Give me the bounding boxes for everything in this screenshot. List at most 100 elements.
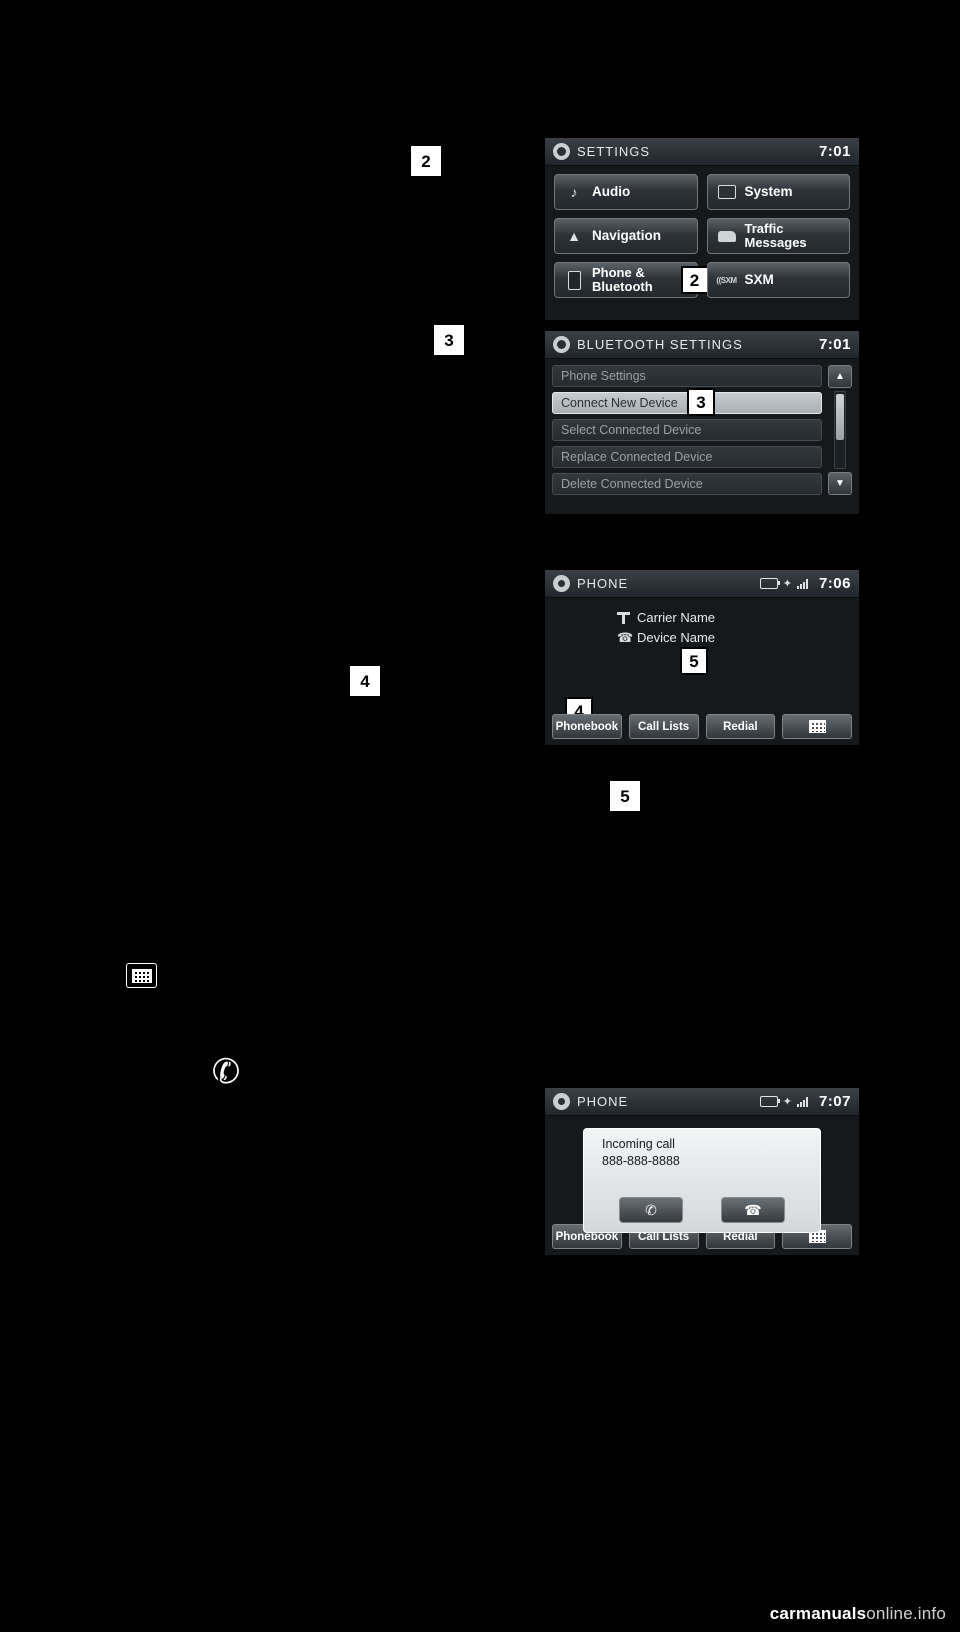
watermark: carmanualsonline.info [770, 1604, 946, 1624]
scrollbar[interactable]: ▲ ▼ [828, 365, 852, 495]
list-item-label: Phone Settings [561, 369, 646, 383]
music-note-icon: ♪ [570, 184, 578, 200]
status-icon-group: ✦ [759, 1095, 809, 1108]
softkey-keypad[interactable] [782, 714, 852, 739]
navigation-arrow-icon: ▲ [567, 228, 581, 244]
list-item-label: Select Connected Device [561, 423, 702, 437]
phone-title: PHONE [577, 576, 629, 591]
softkey-phonebook-label: Phonebook [555, 720, 619, 733]
list-item-replace-connected-device[interactable]: Replace Connected Device [552, 446, 822, 468]
softkey-call-lists-label: Call Lists [638, 720, 690, 733]
incoming-call-body: Phonebook Call Lists Redial Incoming cal… [545, 1116, 859, 1255]
carrier-row: Carrier Name [617, 610, 859, 625]
antenna-icon [617, 611, 630, 624]
list-item-label: Delete Connected Device [561, 477, 703, 491]
settings-titlebar: SETTINGS 7:01 [545, 138, 859, 166]
settings-button-audio-label: Audio [592, 183, 631, 199]
phone-handset-icon [553, 575, 570, 592]
callout-2-left: 2 [410, 145, 442, 177]
phone-softkey-bar: Phonebook Call Lists Redial [545, 714, 859, 739]
carrier-name-label: Carrier Name [637, 610, 716, 625]
battery-icon [759, 578, 780, 589]
settings-button-system[interactable]: System [706, 174, 850, 210]
watermark-suffix: online.info [866, 1604, 946, 1623]
settings-button-traffic-messages[interactable]: Traffic Messages [706, 218, 850, 254]
softkey-redial[interactable]: Redial [705, 714, 776, 739]
answer-call-icon[interactable]: ✆ [619, 1197, 683, 1223]
list-item-connect-new-device[interactable]: Connect New Device 3 [552, 388, 822, 416]
status-icon-group: ✦ [759, 577, 809, 590]
phone-clock: 7:06 [818, 575, 851, 592]
settings-button-sxm[interactable]: ((SXM SXM [706, 262, 850, 298]
callout-2-on-phone-bluetooth: 2 [680, 266, 709, 294]
settings-button-sxm-label: SXM [744, 271, 774, 287]
callout-3-left: 3 [433, 324, 465, 356]
bluetooth-list-area: Phone Settings Connect New Device 3 Sele… [545, 359, 859, 501]
settings-button-navigation-label: Navigation [592, 227, 662, 243]
battery-icon [759, 1096, 780, 1107]
bluetooth-title: BLUETOOTH SETTINGS [577, 337, 743, 352]
keypad-grid-icon [126, 963, 157, 988]
bluetooth-icon: ✦ [782, 578, 792, 590]
handset-icon: ☎ [617, 630, 634, 645]
gear-icon [553, 143, 570, 160]
device-name-label: Device Name [637, 630, 716, 645]
answer-call-icon: ✆ [209, 1051, 244, 1093]
display-icon [717, 183, 736, 201]
bluetooth-settings-list: Phone Settings Connect New Device 3 Sele… [552, 365, 822, 495]
watermark-prefix: carmanuals [769, 1604, 867, 1623]
callout-5-left: 5 [609, 780, 641, 812]
softkey-redial-label: Redial [723, 720, 758, 733]
settings-button-audio[interactable]: ♪ Audio [554, 174, 698, 210]
list-item-label: Replace Connected Device [561, 450, 713, 464]
signal-bars-icon [796, 578, 809, 589]
bluetooth-clock: 7:01 [818, 336, 851, 353]
softkey-call-lists[interactable]: Call Lists [628, 714, 699, 739]
keypad-grid-inner [131, 968, 152, 983]
incoming-call-screen: PHONE ✦ 7:07 Phonebook Call Lists Redial… [545, 1088, 859, 1255]
callout-5-on-device-name: 5 [680, 647, 708, 675]
gear-icon [553, 336, 570, 353]
list-item-phone-settings[interactable]: Phone Settings [552, 365, 822, 387]
settings-clock: 7:01 [818, 143, 851, 160]
settings-title: SETTINGS [577, 144, 651, 159]
incoming-call-number: 888-888-8888 [602, 1154, 680, 1168]
phone-connection-info: Carrier Name ☎ Device Name [545, 598, 859, 645]
end-call-icon[interactable]: ☎ [721, 1197, 785, 1223]
phone-body: Carrier Name ☎ Device Name 5 4 Phonebook… [545, 598, 859, 745]
callout-4-left: 4 [349, 665, 381, 697]
incoming-call-title: PHONE [577, 1094, 629, 1109]
signal-bars-icon [796, 1096, 809, 1107]
scroll-thumb[interactable] [836, 394, 844, 440]
callout-3-on-connect-new-device: 3 [687, 388, 715, 416]
list-item-delete-connected-device[interactable]: Delete Connected Device [552, 473, 822, 495]
settings-button-system-label: System [744, 183, 793, 199]
phone-screen: PHONE ✦ 7:06 Carrier Name ☎ Device Name … [545, 570, 859, 745]
incoming-call-clock: 7:07 [818, 1093, 851, 1110]
settings-screen: SETTINGS 7:01 ♪ Audio System ▲ Navigatio… [545, 138, 859, 320]
sxm-logo-icon: ((SXM [716, 275, 737, 285]
settings-button-grid: ♪ Audio System ▲ Navigation Traffic Mess… [545, 166, 859, 306]
bluetooth-titlebar: BLUETOOTH SETTINGS 7:01 [545, 331, 859, 359]
phone-titlebar: PHONE ✦ 7:06 [545, 570, 859, 598]
mobile-phone-icon [565, 270, 583, 290]
settings-button-navigation[interactable]: ▲ Navigation [554, 218, 698, 254]
list-item-select-connected-device[interactable]: Select Connected Device [552, 419, 822, 441]
list-item-label: Connect New Device [561, 396, 678, 410]
incoming-call-dialog: Incoming call 888-888-8888 ✆ ☎ [583, 1128, 821, 1233]
incoming-call-heading: Incoming call [602, 1137, 675, 1151]
settings-button-phone-bluetooth[interactable]: Phone & Bluetooth 2 [554, 262, 709, 298]
traffic-car-icon [717, 227, 736, 245]
settings-button-traffic-messages-label: Traffic Messages [744, 221, 807, 250]
bluetooth-icon: ✦ [782, 1096, 792, 1108]
scroll-up-icon[interactable]: ▲ [828, 365, 852, 388]
phone-handset-icon [553, 1093, 570, 1110]
softkey-phonebook[interactable]: Phonebook [552, 714, 622, 739]
incoming-call-titlebar: PHONE ✦ 7:07 [545, 1088, 859, 1116]
keypad-grid-icon [808, 720, 826, 733]
call-action-row: ✆ ☎ [584, 1197, 820, 1223]
bluetooth-settings-screen: BLUETOOTH SETTINGS 7:01 Phone Settings C… [545, 331, 859, 514]
device-row: ☎ Device Name [617, 630, 859, 645]
scroll-track[interactable] [834, 391, 846, 469]
scroll-down-icon[interactable]: ▼ [828, 472, 852, 495]
